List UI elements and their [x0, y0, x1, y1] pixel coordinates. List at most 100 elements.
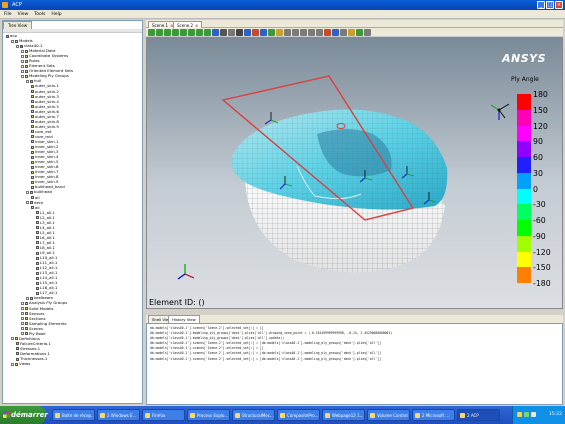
start-button[interactable]: démarrer [0, 406, 48, 424]
toolbar-tool-icon[interactable] [228, 29, 235, 36]
toolbar-tool-icon[interactable] [364, 29, 371, 36]
toolbar-tool-icon[interactable] [340, 29, 347, 36]
tree-item[interactable]: Views [3, 361, 142, 366]
expand-toggle-icon[interactable] [21, 332, 24, 336]
scene-tab-bar: Scene.1 ⊗ Scene.2 ⊗ [146, 20, 563, 28]
legend-color-band [517, 188, 531, 205]
legend-color-band [517, 235, 531, 252]
expand-toggle-icon[interactable] [26, 296, 29, 300]
toolbar-tool-icon[interactable] [284, 29, 291, 36]
legend-tick-label: 90 [533, 137, 543, 147]
expand-toggle-icon[interactable] [11, 362, 14, 366]
expand-toggle-icon[interactable] [21, 49, 24, 53]
toolbar-tool-icon[interactable] [172, 29, 179, 36]
toolbar-tool-icon[interactable] [324, 29, 331, 36]
expand-toggle-icon[interactable] [21, 317, 24, 321]
toolbar-tool-icon[interactable] [268, 29, 275, 36]
taskbar-button-label: 2 Microsoft ... [422, 413, 450, 418]
ply-icon [31, 100, 34, 104]
app-icon [100, 413, 105, 418]
folder-icon [25, 327, 28, 331]
tab-scene-2[interactable]: Scene.2 ⊗ [173, 21, 203, 28]
expand-toggle-icon[interactable] [21, 64, 24, 68]
expand-toggle-icon[interactable] [21, 307, 24, 311]
minimize-button[interactable]: _ [537, 1, 545, 9]
expand-toggle-icon[interactable] [21, 322, 24, 326]
expand-toggle-icon[interactable] [11, 337, 14, 341]
taskbar-button[interactable]: StructuralMec... [232, 409, 275, 421]
toolbar-tool-icon[interactable] [220, 29, 227, 36]
history-line: db.models['class40.1'].scenes['Scene.2']… [150, 356, 381, 361]
view-triad-icon[interactable] [490, 103, 510, 120]
clock: 15:22 [549, 412, 562, 417]
model-tree[interactable]: acp Models class40.1 Material Data Coordinat… [3, 33, 142, 403]
taskbar-button[interactable]: 2 Microsoft ... [412, 409, 455, 421]
toolbar-tool-icon[interactable] [188, 29, 195, 36]
menu-file[interactable]: File [4, 10, 12, 18]
folder-icon [25, 54, 28, 58]
toolbar-tool-icon[interactable] [156, 29, 163, 36]
close-button[interactable]: × [555, 1, 563, 9]
tab-history-view[interactable]: History View [168, 315, 200, 323]
toolbar-tool-icon[interactable] [196, 29, 203, 36]
toolbar-tool-icon[interactable] [276, 29, 283, 36]
toolbar-tool-icon[interactable] [260, 29, 267, 36]
tray-icon[interactable] [531, 412, 536, 417]
history-log[interactable]: db.models['class40.1'].scenes['Scene.2']… [146, 323, 563, 405]
ply-icon [31, 95, 34, 99]
toolbar-tool-icon[interactable] [292, 29, 299, 36]
toolbar-tool-icon[interactable] [348, 29, 355, 36]
scene-viewport[interactable]: ANSYS Ply Angle 180 150 120 90 60 30 0 -30 -60 -9… [146, 37, 563, 309]
toolbar-tool-icon[interactable] [252, 29, 259, 36]
toolbar-tool-icon[interactable] [236, 29, 243, 36]
taskbar-button[interactable]: Boîte de récep... [52, 409, 95, 421]
toolbar-tool-icon[interactable] [164, 29, 171, 36]
toolbar-tool-icon[interactable] [308, 29, 315, 36]
expand-toggle-icon[interactable] [16, 44, 19, 48]
tab-tree-view[interactable]: Tree View [3, 21, 33, 29]
expand-toggle-icon[interactable] [21, 59, 24, 63]
menu-view[interactable]: View [18, 10, 29, 18]
expand-toggle-icon[interactable] [11, 39, 14, 43]
expand-toggle-icon[interactable] [26, 79, 29, 83]
expand-toggle-icon[interactable] [21, 74, 24, 78]
toolbar-tool-icon[interactable] [300, 29, 307, 36]
expand-toggle-icon[interactable] [21, 327, 24, 331]
legend-color-band [517, 125, 531, 142]
ply-icon [31, 110, 34, 114]
expand-toggle-icon[interactable] [21, 69, 24, 73]
expand-toggle-icon[interactable] [26, 190, 29, 194]
taskbar-button[interactable]: Process Explo... [187, 409, 230, 421]
tray-icon[interactable] [524, 412, 529, 417]
expand-toggle-icon[interactable] [21, 312, 24, 316]
taskbar-button[interactable]: Volume Control [367, 409, 410, 421]
legend-color-band [517, 267, 531, 283]
toolbar-tool-icon[interactable] [332, 29, 339, 36]
ply-icon [31, 165, 34, 169]
toolbar-tool-icon[interactable] [316, 29, 323, 36]
ply-icon [31, 180, 34, 184]
expand-toggle-icon[interactable] [26, 201, 29, 205]
toolbar-tool-icon[interactable] [356, 29, 363, 36]
legend-color-band [517, 109, 531, 126]
toolbar-tool-icon[interactable] [244, 29, 251, 36]
taskbar-button[interactable]: Webpage12 1... [322, 409, 365, 421]
taskbar-button[interactable]: Firefox [142, 409, 185, 421]
hull-model-render[interactable] [147, 38, 563, 309]
taskbar-button[interactable]: 2 ACP [457, 409, 500, 421]
maximize-button[interactable]: □ [546, 1, 554, 9]
expand-toggle-icon[interactable] [21, 301, 24, 305]
folder-icon [25, 74, 28, 78]
taskbar-button[interactable]: CompositePro... [277, 409, 320, 421]
toolbar-tool-icon[interactable] [204, 29, 211, 36]
menu-help[interactable]: Help [51, 10, 61, 18]
expand-toggle-icon[interactable] [21, 54, 24, 58]
toolbar-tool-icon[interactable] [212, 29, 219, 36]
toolbar-tool-icon[interactable] [148, 29, 155, 36]
toolbar-tool-icon[interactable] [180, 29, 187, 36]
folder-icon [15, 337, 18, 341]
windows-taskbar: démarrer Boîte de récep... 2 Windows E...… [0, 406, 565, 424]
tray-icon[interactable] [517, 412, 522, 417]
menu-tools[interactable]: Tools [34, 10, 45, 18]
taskbar-button[interactable]: 2 Windows E... [97, 409, 140, 421]
